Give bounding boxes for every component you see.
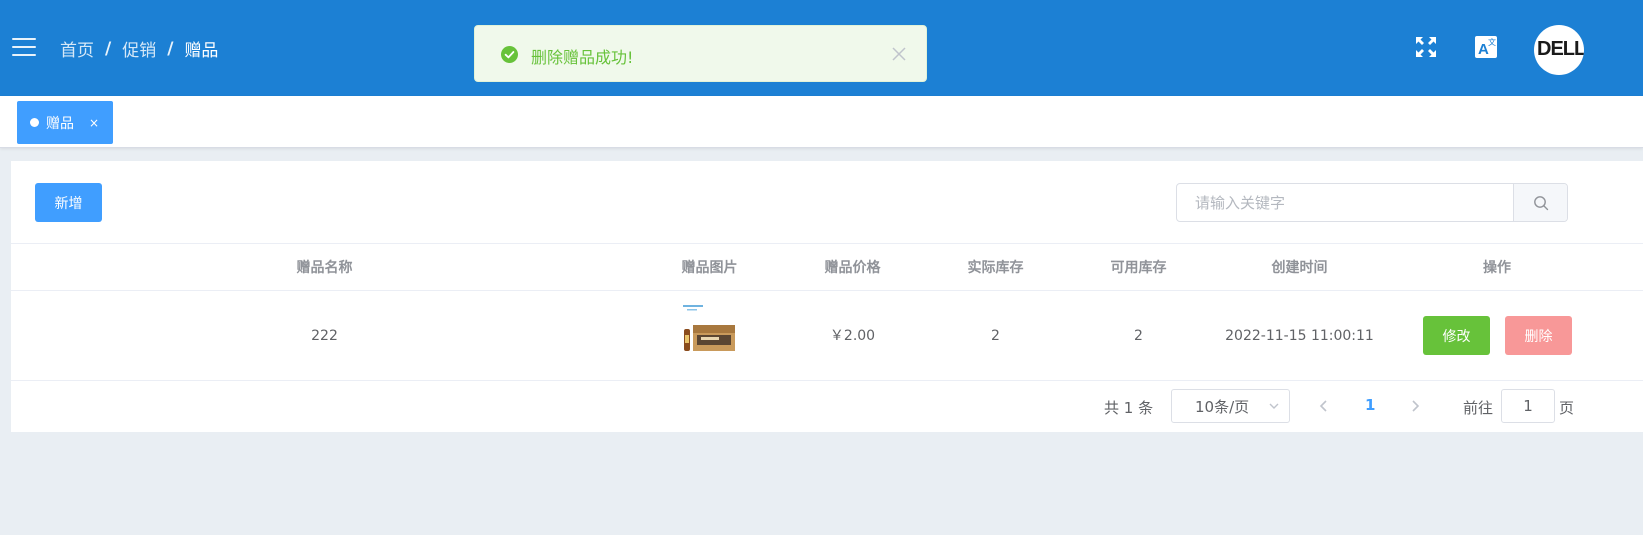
column-header-price: 赠品价格: [824, 260, 881, 276]
breadcrumb-item-home[interactable]: 首页: [60, 36, 94, 61]
page-size-value: 10条/页: [1195, 397, 1250, 416]
breadcrumb: 首页 / 促销 / 赠品: [60, 36, 219, 62]
translate-icon[interactable]: A 文: [1473, 34, 1499, 60]
breadcrumb-separator: /: [105, 38, 112, 59]
edit-button[interactable]: 修改: [1423, 316, 1490, 355]
search-button[interactable]: [1513, 184, 1567, 221]
goto-suffix: 页: [1559, 399, 1575, 417]
page-number-1[interactable]: 1: [1365, 396, 1375, 414]
chevron-down-icon: [1269, 403, 1279, 409]
search-input[interactable]: [1177, 184, 1513, 221]
cell-actual-stock: 2: [991, 328, 1000, 344]
next-page-button[interactable]: [1408, 397, 1422, 419]
add-button[interactable]: 新增: [35, 183, 102, 222]
cell-name: 222: [311, 328, 338, 344]
table-row: 222 ￥2.00 2 2 2022-11-15 11:00:11 修改 删除: [11, 291, 1643, 381]
cell-available-stock: 2: [1134, 328, 1143, 344]
fullscreen-icon[interactable]: [1413, 34, 1439, 60]
search-icon: [1533, 195, 1548, 210]
table-header: 赠品名称 赠品图片 赠品价格 实际库存 可用库存 创建时间 操作: [11, 243, 1643, 291]
breadcrumb-item-promotion[interactable]: 促销: [122, 36, 156, 61]
breadcrumb-item-gift: 赠品: [184, 41, 219, 61]
pagination: 共 1 条 10条/页 1 前往 页: [11, 389, 1643, 425]
prev-page-button[interactable]: [1317, 397, 1331, 419]
content-card: 新增 赠品名称 赠品图片 赠品价格 实际库存 可用库存 创建时间 操作 222: [11, 161, 1643, 432]
check-circle-icon: [501, 46, 518, 63]
close-icon[interactable]: [891, 46, 907, 62]
search-box: [1176, 183, 1568, 222]
avatar-logo-text: DELL: [1537, 38, 1584, 60]
active-dot: [30, 118, 39, 127]
column-header-actual-stock: 实际库存: [967, 260, 1024, 276]
tags-view-bar: 赠品 ×: [0, 96, 1643, 148]
avatar[interactable]: DELL: [1534, 25, 1584, 75]
column-header-name: 赠品名称: [296, 260, 353, 276]
tag-gift[interactable]: 赠品 ×: [17, 101, 113, 144]
goto-label: 前往: [1463, 399, 1494, 417]
product-thumbnail[interactable]: [681, 303, 737, 357]
cell-price: ￥2.00: [829, 328, 876, 344]
column-header-created-at: 创建时间: [1271, 260, 1328, 276]
breadcrumb-separator: /: [167, 38, 174, 59]
column-header-actions: 操作: [1483, 260, 1511, 276]
svg-text:文: 文: [1488, 37, 1496, 47]
column-header-image: 赠品图片: [681, 260, 738, 276]
tag-label: 赠品: [46, 115, 74, 132]
page-size-select[interactable]: 10条/页: [1171, 389, 1290, 423]
gift-table: 赠品名称 赠品图片 赠品价格 实际库存 可用库存 创建时间 操作 222 ￥2.…: [11, 243, 1643, 381]
toast-message: 删除赠品成功!: [531, 48, 634, 67]
pagination-total: 共 1 条: [1104, 399, 1154, 417]
tag-close-icon[interactable]: ×: [89, 116, 99, 130]
chevron-right-icon: [1412, 400, 1420, 412]
chevron-left-icon: [1319, 400, 1327, 412]
cell-created-at: 2022-11-15 11:00:11: [1225, 328, 1374, 344]
delete-button[interactable]: 删除: [1505, 316, 1572, 355]
column-header-available-stock: 可用库存: [1110, 260, 1167, 276]
success-toast: 删除赠品成功!: [474, 25, 927, 82]
hamburger-icon[interactable]: [12, 38, 36, 56]
goto-page-input[interactable]: [1501, 389, 1555, 423]
